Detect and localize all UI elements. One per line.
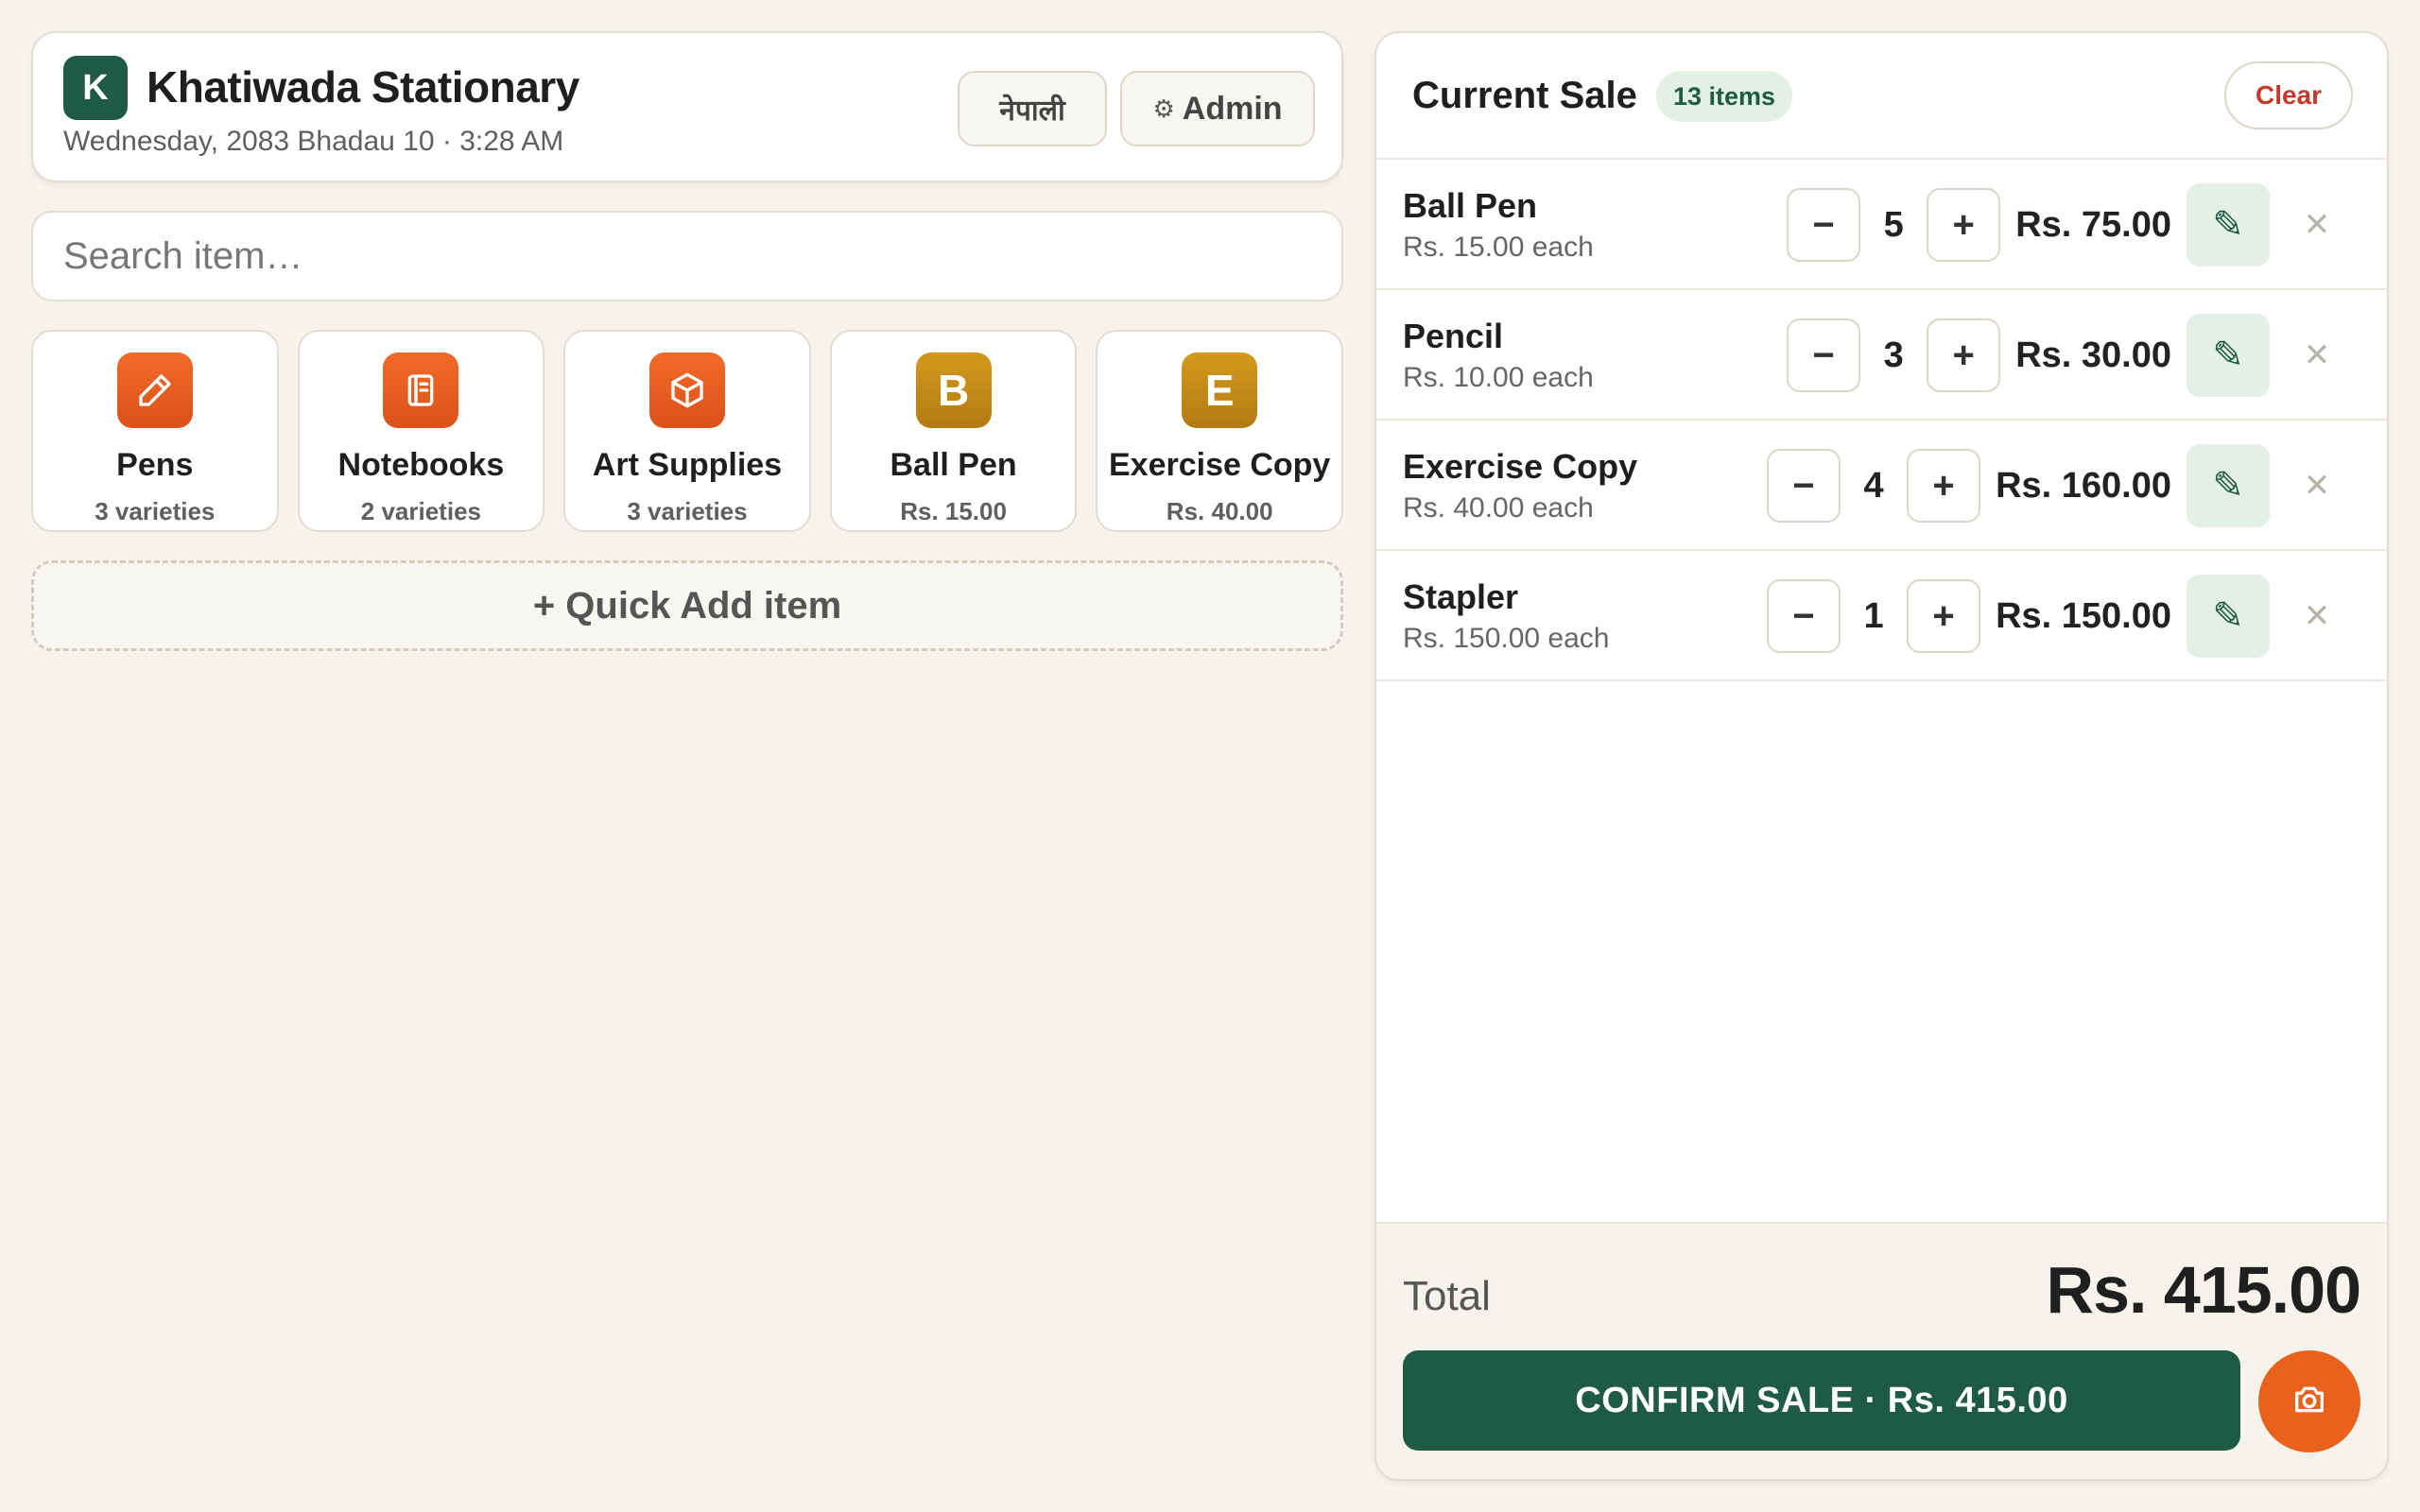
item-name: Exercise Copy [1403, 447, 1638, 486]
quantity: 1 [1863, 595, 1884, 636]
quantity: 4 [1863, 465, 1884, 506]
tile-ball-pen[interactable]: B Ball Pen Rs. 15.00 [829, 330, 1078, 532]
tile-name: Ball Pen [890, 447, 1017, 483]
decrease-button[interactable]: − [1767, 579, 1841, 653]
edit-icon[interactable]: ✎ [2187, 314, 2270, 397]
sale-footer: Total Rs. 415.00 CONFIRM SALE · Rs. 415.… [1376, 1222, 2387, 1479]
item-count-badge: 13 items [1656, 71, 1793, 122]
tile-sub: 3 varieties [95, 497, 216, 525]
quantity: 5 [1883, 204, 1904, 245]
item-unit-price: Rs. 150.00 each [1403, 623, 1610, 654]
edit-icon[interactable]: ✎ [2187, 575, 2270, 658]
tile-sub: Rs. 15.00 [900, 497, 1007, 525]
confirm-sale-button[interactable]: CONFIRM SALE · Rs. 415.00 [1403, 1350, 2240, 1451]
letter-b-icon: B [915, 352, 992, 428]
tile-art-supplies[interactable]: Art Supplies 3 varieties [563, 330, 811, 532]
item-controls: − 1 + Rs. 150.00 ✎ ✕ [1767, 575, 2364, 658]
tile-name: Exercise Copy [1108, 447, 1331, 483]
search-box[interactable] [31, 211, 1343, 301]
decrease-button[interactable]: − [1787, 318, 1861, 392]
total-label: Total [1403, 1273, 1491, 1319]
notebook-icon [383, 352, 459, 428]
tile-notebooks[interactable]: Notebooks 2 varieties [297, 330, 545, 532]
total-value: Rs. 415.00 [2046, 1253, 2361, 1327]
tile-name: Art Supplies [592, 447, 783, 483]
sale-item-row: Pencil Rs. 10.00 each − 3 + Rs. 30.00 ✎ … [1376, 290, 2387, 421]
item-controls: − 3 + Rs. 30.00 ✎ ✕ [1787, 314, 2364, 397]
item-unit-price: Rs. 15.00 each [1403, 232, 1594, 263]
admin-label: Admin [1182, 90, 1283, 127]
tile-exercise-copy[interactable]: E Exercise Copy Rs. 40.00 [1096, 330, 1343, 532]
sale-item-row: Stapler Rs. 150.00 each − 1 + Rs. 150.00… [1376, 551, 2387, 681]
date-time: Wednesday, 2083 Bhadau 10 · 3:28 AM [63, 126, 564, 157]
decrease-button[interactable]: − [1787, 188, 1861, 262]
tile-name: Pens [116, 447, 194, 483]
category-tiles: Pens 3 varieties Notebooks 2 varieties A… [31, 330, 1343, 532]
letter-e-icon: E [1182, 352, 1258, 428]
line-total: Rs. 150.00 [1996, 595, 2171, 636]
left-panel: K Khatiwada Stationary Wednesday, 2083 B… [31, 31, 1343, 651]
box-icon [648, 352, 725, 428]
tile-name: Notebooks [337, 447, 505, 483]
item-name: Stapler [1403, 577, 1519, 616]
increase-button[interactable]: + [1907, 449, 1981, 523]
remove-icon[interactable]: ✕ [2270, 597, 2364, 635]
sale-title: Current Sale [1412, 75, 1637, 116]
remove-icon[interactable]: ✕ [2270, 467, 2364, 505]
current-sale-panel: Current Sale 13 items Clear Ball Pen Rs.… [1374, 31, 2389, 1481]
store-name: Khatiwada Stationary [147, 62, 579, 112]
line-total: Rs. 75.00 [2015, 204, 2171, 245]
tile-sub: 2 varieties [360, 497, 481, 525]
line-total: Rs. 160.00 [1996, 465, 2171, 506]
item-name: Pencil [1403, 317, 1504, 355]
store-header: K Khatiwada Stationary Wednesday, 2083 B… [31, 31, 1343, 182]
increase-button[interactable]: + [1927, 318, 2001, 392]
edit-icon[interactable]: ✎ [2187, 183, 2270, 266]
gear-icon: ⚙ [1152, 94, 1175, 123]
increase-button[interactable]: + [1907, 579, 1981, 653]
tile-pens[interactable]: Pens 3 varieties [31, 330, 279, 532]
language-button[interactable]: नेपाली [958, 71, 1107, 146]
camera-button[interactable] [2258, 1350, 2360, 1452]
search-input[interactable] [63, 234, 1341, 278]
item-controls: − 4 + Rs. 160.00 ✎ ✕ [1767, 444, 2364, 527]
sale-item-row: Exercise Copy Rs. 40.00 each − 4 + Rs. 1… [1376, 421, 2387, 551]
item-unit-price: Rs. 40.00 each [1403, 492, 1594, 524]
increase-button[interactable]: + [1927, 188, 2001, 262]
quick-add-button[interactable]: + Quick Add item [31, 560, 1343, 651]
store-logo: K [63, 56, 128, 120]
sale-header: Current Sale 13 items Clear [1376, 33, 2387, 160]
tile-sub: Rs. 40.00 [1166, 497, 1273, 525]
admin-button[interactable]: ⚙ Admin [1120, 71, 1315, 146]
edit-icon[interactable]: ✎ [2187, 444, 2270, 527]
line-total: Rs. 30.00 [2015, 335, 2171, 375]
item-unit-price: Rs. 10.00 each [1403, 362, 1594, 393]
item-name: Ball Pen [1403, 186, 1538, 225]
decrease-button[interactable]: − [1767, 449, 1841, 523]
camera-icon [2290, 1381, 2328, 1423]
clear-button[interactable]: Clear [2224, 61, 2353, 129]
quantity: 3 [1883, 335, 1904, 375]
remove-icon[interactable]: ✕ [2270, 336, 2364, 374]
remove-icon[interactable]: ✕ [2270, 206, 2364, 244]
item-controls: − 5 + Rs. 75.00 ✎ ✕ [1787, 183, 2364, 266]
pencil-icon [116, 352, 193, 428]
sale-item-row: Ball Pen Rs. 15.00 each − 5 + Rs. 75.00 … [1376, 160, 2387, 290]
tile-sub: 3 varieties [627, 497, 748, 525]
